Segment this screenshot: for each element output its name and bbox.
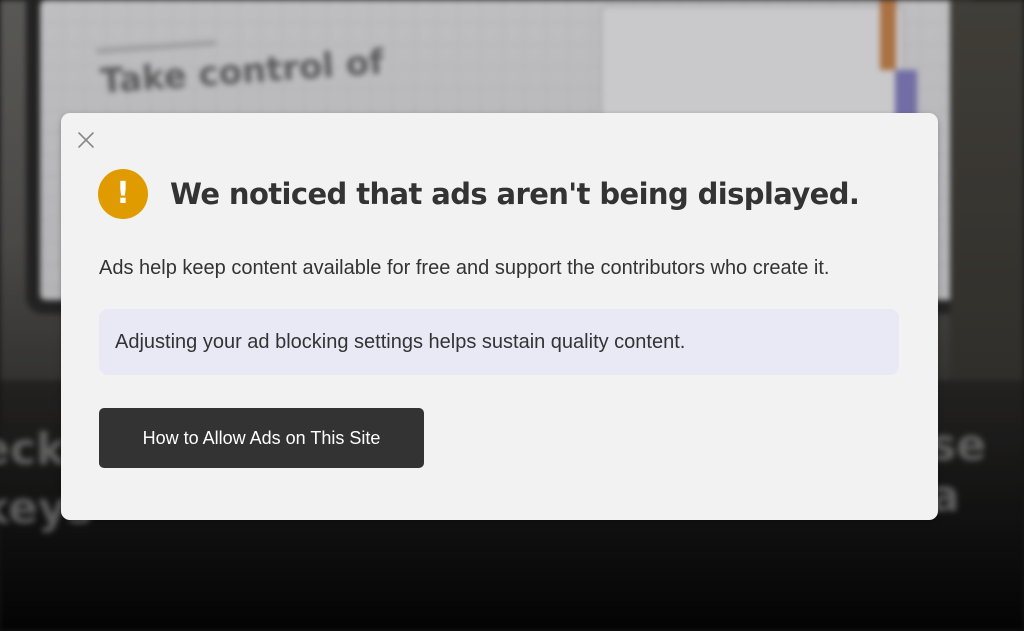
exclamation-glyph: ! [116, 176, 130, 211]
adblock-notice-modal: ! We noticed that ads aren't being displ… [61, 113, 938, 520]
modal-header: ! We noticed that ads aren't being displ… [98, 169, 860, 219]
callout-text: Adjusting your ad blocking settings help… [115, 330, 686, 353]
allow-ads-button[interactable]: How to Allow Ads on This Site [99, 408, 424, 468]
close-button[interactable] [75, 129, 97, 151]
close-icon [78, 132, 94, 148]
modal-body-text: Ads help keep content available for free… [99, 257, 830, 279]
exclamation-icon: ! [98, 169, 148, 219]
page: Take control of eck keys se a ! We notic… [0, 0, 1024, 631]
info-callout: Adjusting your ad blocking settings help… [99, 309, 899, 375]
modal-title: We noticed that ads aren't being display… [170, 177, 860, 211]
